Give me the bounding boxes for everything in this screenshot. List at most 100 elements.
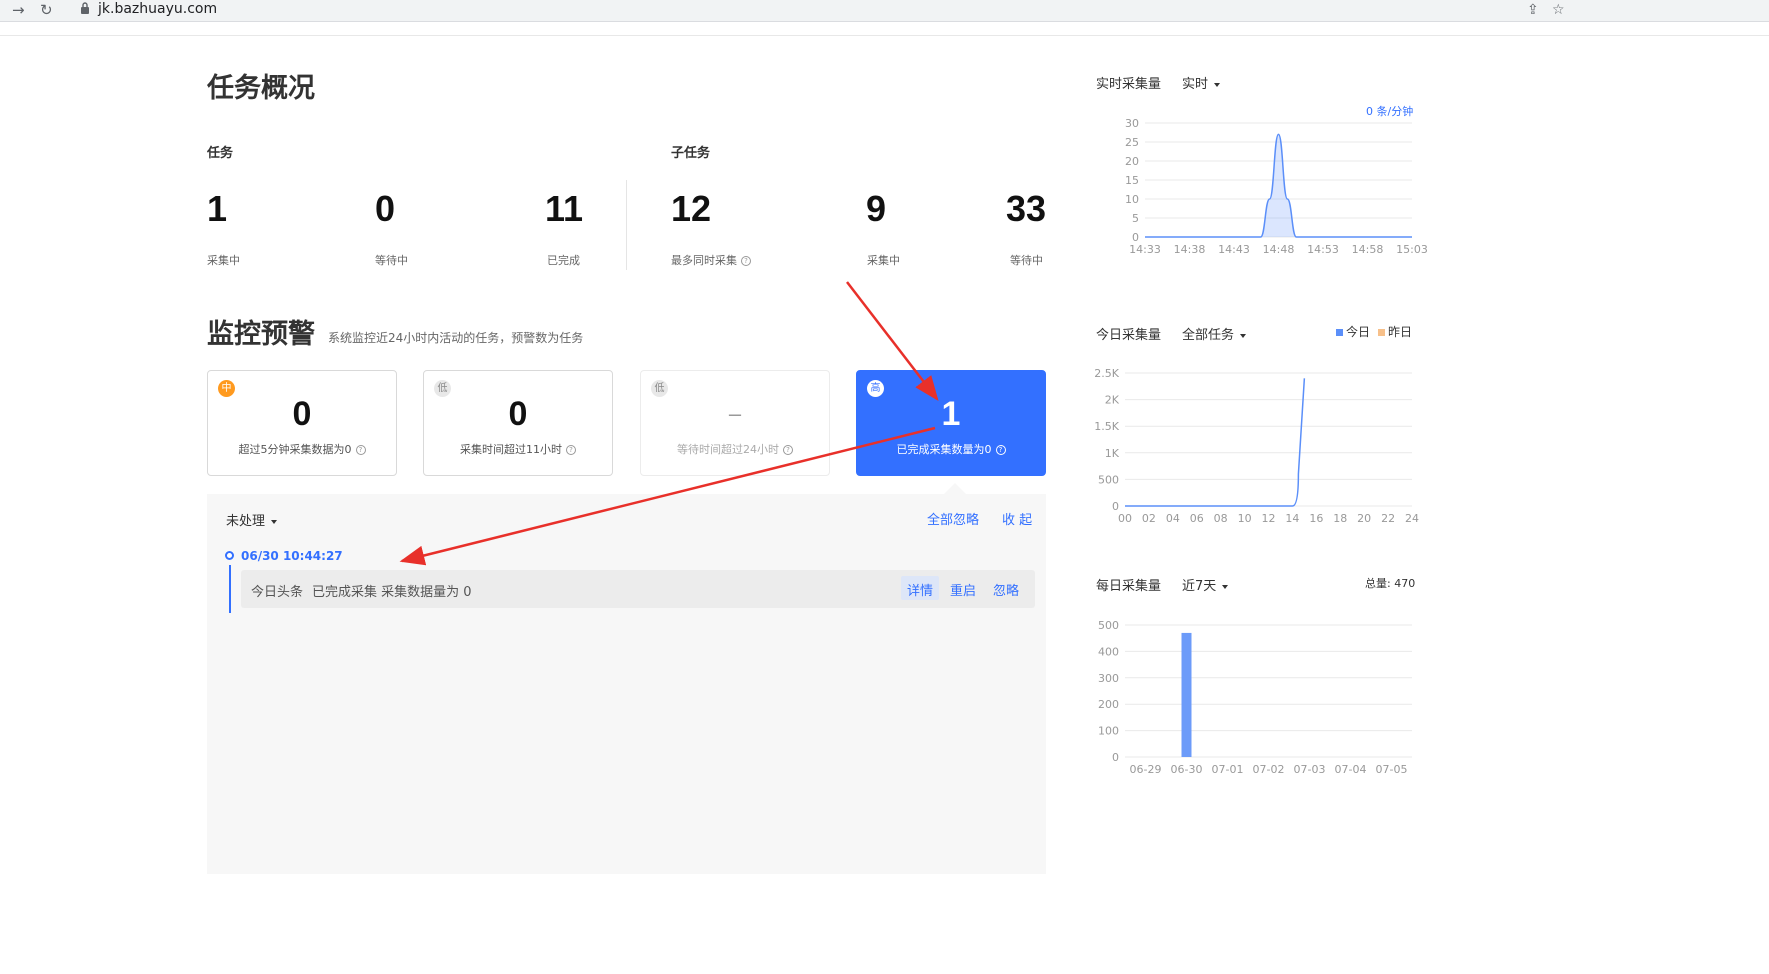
alert-count: 0 [508,395,528,433]
x-tick-label: 20 [1357,512,1371,525]
alert-label: 采集时间超过11小时? [424,441,612,457]
alert-card-long-wait[interactable]: 低 – 等待时间超过24小时? [640,370,830,476]
today-chart-title: 今日采集量 [1096,328,1162,343]
alert-card-no-data-5min[interactable]: 中 0 超过5分钟采集数据为0? [207,370,397,476]
caret-down-icon [1240,333,1247,338]
today-task-select[interactable]: 全部任务 [1182,324,1247,343]
task-done-count: 11 [545,188,584,229]
level-badge: 低 [651,380,668,397]
daily-total: 总量: 470 [1365,577,1416,590]
help-icon[interactable]: ? [995,445,1006,455]
task-collecting-count: 1 [207,188,228,229]
overview-title: 任务概况 [207,73,315,104]
legend-yesterday[interactable]: 昨日 [1378,323,1412,340]
realtime-chart: 30252015105014:33 14:38 14:43 14:48 14:53 14:… [1125,117,1428,256]
reload-icon[interactable]: ↻ [40,1,53,19]
x-tick-label: 08 [1214,512,1228,525]
x-tick-label: 02 [1142,512,1156,525]
daily-chart-title: 每日采集量 [1096,579,1162,594]
x-tick-label: 15:03 [1396,243,1428,256]
share-icon[interactable]: ⇪ [1527,2,1539,18]
subtask-max-label: 最多同时采集? [671,252,751,268]
x-tick-label: 06-30 [1171,763,1203,776]
today-chart: 2.5K2K1.5K1K500000 02 04 06 08 10 12 14 16 18 20 22… [1094,367,1419,525]
subtask-collecting-count: 9 [866,188,887,229]
alert-card-long-collect[interactable]: 低 0 采集时间超过11小时? [423,370,613,476]
x-tick-label: 14:38 [1174,243,1206,256]
collapse-link[interactable]: 收 起 [1002,509,1032,528]
x-tick-label: 00 [1118,512,1132,525]
y-tick-label: 300 [1098,672,1119,685]
y-tick-label: 100 [1098,725,1119,738]
help-icon[interactable]: ? [741,256,751,266]
alert-card-completed-zero[interactable]: 高 1 已完成采集数量为0? [856,370,1046,476]
detail-button[interactable]: 详情 [907,580,933,599]
realtime-mode-select[interactable]: 实时 [1182,73,1221,92]
subtask-heading: 子任务 [671,146,711,161]
x-tick-label: 07-01 [1212,763,1244,776]
daily-range-select[interactable]: 近7天 [1182,575,1229,594]
url-text[interactable]: jk.bazhuayu.com [98,1,217,17]
subtask-waiting-label: 等待中 [1010,254,1043,267]
x-tick-label: 07-02 [1253,763,1285,776]
y-tick-label: 1.5K [1094,420,1119,433]
help-icon[interactable]: ? [566,445,576,455]
realtime-chart-title: 实时采集量 [1096,77,1162,92]
panel-notch [944,483,966,494]
realtime-mode-label: 实时 [1182,77,1209,92]
y-tick-label: 30 [1125,117,1139,130]
caret-down-icon [1214,82,1221,87]
back-icon[interactable]: → [12,1,25,19]
x-tick-label: 14:58 [1352,243,1384,256]
y-tick-label: 2K [1105,394,1120,407]
y-tick-label: 500 [1098,619,1119,632]
subtask-waiting-count: 33 [1006,188,1047,229]
help-icon[interactable]: ? [355,445,366,455]
alert-label-text: 等待时间超过24小时 [677,443,779,456]
caret-down-icon [1222,584,1229,589]
alert-count: 1 [941,395,961,433]
ignore-button[interactable]: 忽略 [993,580,1019,599]
legend-today-label: 今日 [1346,325,1371,339]
alert-label-text: 采集时间超过11小时 [460,443,562,456]
status-filter-dropdown[interactable]: 未处理 [226,510,278,529]
timeline-dot [225,551,234,560]
y-tick-label: 500 [1098,473,1119,486]
legend-today[interactable]: 今日 [1336,323,1370,340]
y-tick-label: 10 [1125,193,1139,206]
alert-label: 等待时间超过24小时? [641,441,829,457]
x-tick-label: 07-04 [1335,763,1367,776]
star-icon[interactable]: ☆ [1552,2,1565,18]
legend-swatch [1336,329,1343,336]
event-task-name: 今日头条 [251,585,304,600]
y-tick-label: 0 [1112,751,1119,764]
ignore-all-link[interactable]: 全部忽略 [927,509,979,528]
event-time: 06/30 10:44:27 [241,549,343,563]
x-tick-label: 14:48 [1263,243,1295,256]
x-tick-label: 06-29 [1130,763,1162,776]
x-tick-label: 04 [1166,512,1180,525]
x-tick-label: 14:43 [1218,243,1250,256]
restart-button[interactable]: 重启 [950,580,976,599]
x-tick-label: 07-05 [1376,763,1408,776]
task-heading: 任务 [207,146,234,161]
address-bar[interactable] [68,0,1708,21]
y-tick-label: 5 [1132,212,1139,225]
x-tick-label: 10 [1238,512,1252,525]
task-waiting-count: 0 [375,188,396,229]
caret-down-icon [271,519,278,524]
x-tick-label: 24 [1405,512,1419,525]
x-tick-label: 06 [1190,512,1204,525]
series-line-today [1125,378,1306,507]
y-tick-label: 200 [1098,698,1119,711]
task-done-label: 已完成 [547,254,580,267]
alert-count: – [728,401,742,426]
lock-icon [81,2,89,14]
x-tick-label: 18 [1333,512,1347,525]
x-tick-label: 14 [1285,512,1299,525]
alert-label-text: 已完成采集数量为0 [896,443,992,456]
timeline-line [228,565,231,613]
help-icon[interactable]: ? [783,445,793,455]
monitor-title: 监控预警 [207,319,315,350]
x-tick-label: 07-03 [1294,763,1326,776]
